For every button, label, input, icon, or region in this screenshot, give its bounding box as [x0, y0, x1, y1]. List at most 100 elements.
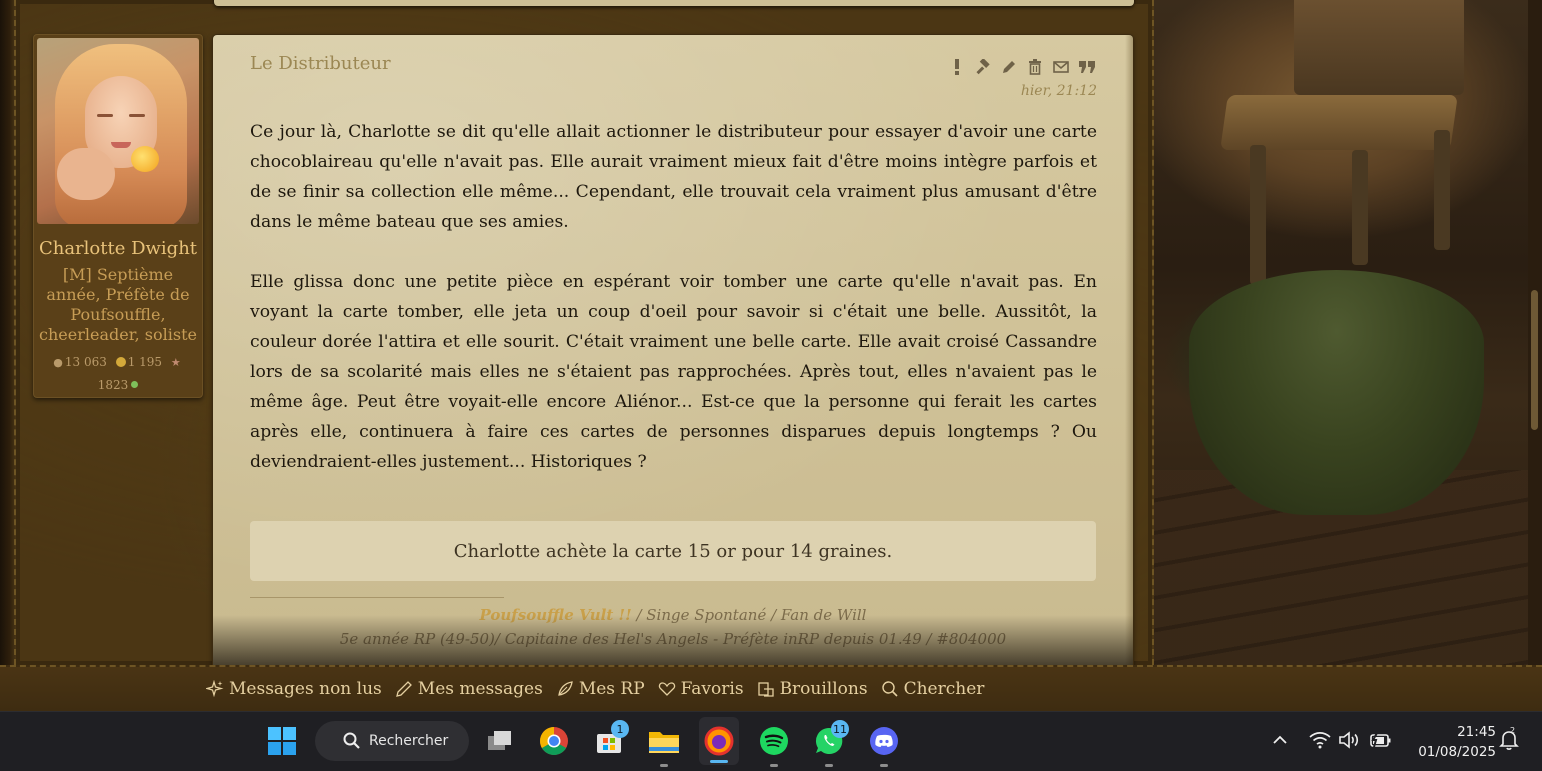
- author-profile-card: Charlotte Dwight [M] Septième année, Pré…: [33, 34, 203, 398]
- app-running-indicator: [825, 764, 833, 767]
- whatsapp-app[interactable]: 11: [809, 720, 849, 767]
- nav-drafts[interactable]: Brouillons: [757, 679, 868, 699]
- page-scrollbar[interactable]: [1528, 0, 1542, 711]
- report-icon[interactable]: [947, 57, 967, 77]
- signature-line2: 5e année RP (49-50)/ Capitaine des Hel's…: [339, 630, 1007, 648]
- gavel-icon[interactable]: [973, 57, 993, 77]
- author-rank: [M] Septième année, Préfète de Poufsouff…: [39, 265, 197, 344]
- firefox-icon: [704, 726, 734, 756]
- app-running-indicator: [770, 764, 778, 767]
- chair-leg: [1250, 145, 1266, 285]
- star-icon: ★: [170, 356, 181, 369]
- nav-favorites[interactable]: Favoris: [658, 679, 744, 699]
- nav-unread-messages[interactable]: Messages non lus: [206, 679, 382, 699]
- chevron-up-icon: [1273, 735, 1287, 744]
- windows-logo-icon: [268, 727, 296, 755]
- quote-icon[interactable]: [1077, 57, 1097, 77]
- message-count: 13 063: [64, 355, 107, 369]
- sparkles-icon: [206, 680, 224, 698]
- volume-control[interactable]: [1336, 722, 1362, 758]
- post-paragraph: Ce jour là, Charlotte se dit qu'elle all…: [250, 122, 1097, 232]
- task-view-button[interactable]: [479, 721, 519, 761]
- drafts-icon: [757, 682, 774, 697]
- signature: Poufsouffle Vult !! / Singe Spontané / F…: [250, 603, 1096, 651]
- wifi-status[interactable]: [1307, 722, 1333, 758]
- avatar-mouth: [111, 142, 131, 148]
- whatsapp-badge: 11: [831, 720, 849, 738]
- firefox-app[interactable]: [699, 717, 739, 765]
- chair-leg: [1434, 130, 1450, 250]
- author-stats: ● 13 063 1 195 ★ 1823: [38, 351, 198, 396]
- discord-icon: [870, 727, 898, 755]
- wifi-icon: [1309, 732, 1331, 749]
- clock-date: 01/08/2025: [1418, 744, 1496, 760]
- chair-seat: [1220, 95, 1458, 150]
- avatar-hand: [57, 148, 115, 200]
- purchase-notice: Charlotte achète la carte 15 or pour 14 …: [250, 521, 1096, 581]
- envelope-icon[interactable]: [1051, 57, 1071, 77]
- nav-my-rp[interactable]: Mes RP: [556, 679, 645, 699]
- avatar-eye: [97, 114, 113, 117]
- star-count: 1823: [97, 378, 129, 392]
- taskbar-search[interactable]: Rechercher: [315, 721, 469, 761]
- signature-line1: / Singe Spontané / Fan de Will: [631, 606, 867, 624]
- coin-count: 1 195: [127, 355, 163, 369]
- system-clock[interactable]: 21:45 01/08/2025: [1400, 722, 1496, 762]
- nav-search-label: Chercher: [903, 679, 985, 699]
- notification-center[interactable]: 2: [1496, 722, 1522, 758]
- avatar[interactable]: [37, 38, 199, 224]
- bottom-navigation: Messages non lus Mes messages Mes RP Fav…: [0, 665, 1542, 711]
- spotify-icon: [760, 727, 788, 755]
- scrollbar-thumb[interactable]: [1531, 290, 1538, 430]
- pencil-icon[interactable]: [999, 57, 1019, 77]
- post-date: hier, 21:12: [1020, 83, 1097, 99]
- search-icon: [343, 732, 360, 749]
- battery-status[interactable]: [1367, 722, 1393, 758]
- app-running-indicator: [880, 764, 888, 767]
- chrome-app[interactable]: [534, 721, 574, 761]
- nav-favorites-label: Favoris: [680, 679, 744, 699]
- forum-post: Le Distributeur hier, 21:12 Ce jour là, …: [213, 35, 1133, 675]
- avatar-fruit: [131, 146, 159, 172]
- signature-divider: [250, 597, 504, 598]
- nav-unread-label: Messages non lus: [229, 679, 382, 699]
- signature-highlight: Poufsouffle Vult !!: [479, 606, 632, 624]
- heart-icon: [658, 682, 675, 696]
- chair-back: [1294, 0, 1464, 95]
- post-paragraph: Elle glissa donc une petite pièce en esp…: [250, 272, 1097, 472]
- chrome-icon: [540, 727, 568, 755]
- show-hidden-icons[interactable]: [1267, 722, 1293, 758]
- bell-icon: [1499, 731, 1519, 750]
- app-running-indicator: [660, 764, 668, 767]
- pen-icon: [395, 681, 412, 697]
- nav-my-messages-label: Mes messages: [417, 679, 543, 699]
- nav-search[interactable]: Chercher: [881, 679, 985, 699]
- stitching: [14, 0, 16, 665]
- avatar-eye: [129, 114, 145, 117]
- post-body: Ce jour là, Charlotte se dit qu'elle all…: [250, 117, 1097, 507]
- chair-leg: [1352, 150, 1368, 265]
- green-pouf: [1189, 270, 1484, 515]
- discord-app[interactable]: [864, 721, 904, 767]
- nav-my-messages[interactable]: Mes messages: [395, 679, 543, 699]
- post-title[interactable]: Le Distributeur: [250, 53, 391, 74]
- search-icon: [881, 681, 898, 697]
- taskbar-search-label: Rechercher: [369, 733, 449, 749]
- speech-bubble-icon: ●: [53, 356, 63, 369]
- post-actions: [947, 57, 1097, 77]
- nav-my-rp-label: Mes RP: [578, 679, 645, 699]
- start-button[interactable]: [262, 721, 302, 761]
- background-illustration: [1154, 0, 1528, 665]
- active-app-indicator: [710, 760, 728, 763]
- author-name[interactable]: Charlotte Dwight: [34, 238, 202, 259]
- spotify-app[interactable]: [754, 721, 794, 767]
- nav-drafts-label: Brouillons: [779, 679, 868, 699]
- trash-icon[interactable]: [1025, 57, 1045, 77]
- online-status-dot: [131, 381, 139, 388]
- task-view-icon: [488, 731, 511, 750]
- store-app[interactable]: 1: [589, 720, 629, 761]
- battery-charging-icon: [1370, 732, 1391, 748]
- file-explorer-app[interactable]: [644, 721, 684, 767]
- store-badge: 1: [611, 720, 629, 738]
- forum-viewport: Charlotte Dwight [M] Septième année, Pré…: [0, 0, 1542, 711]
